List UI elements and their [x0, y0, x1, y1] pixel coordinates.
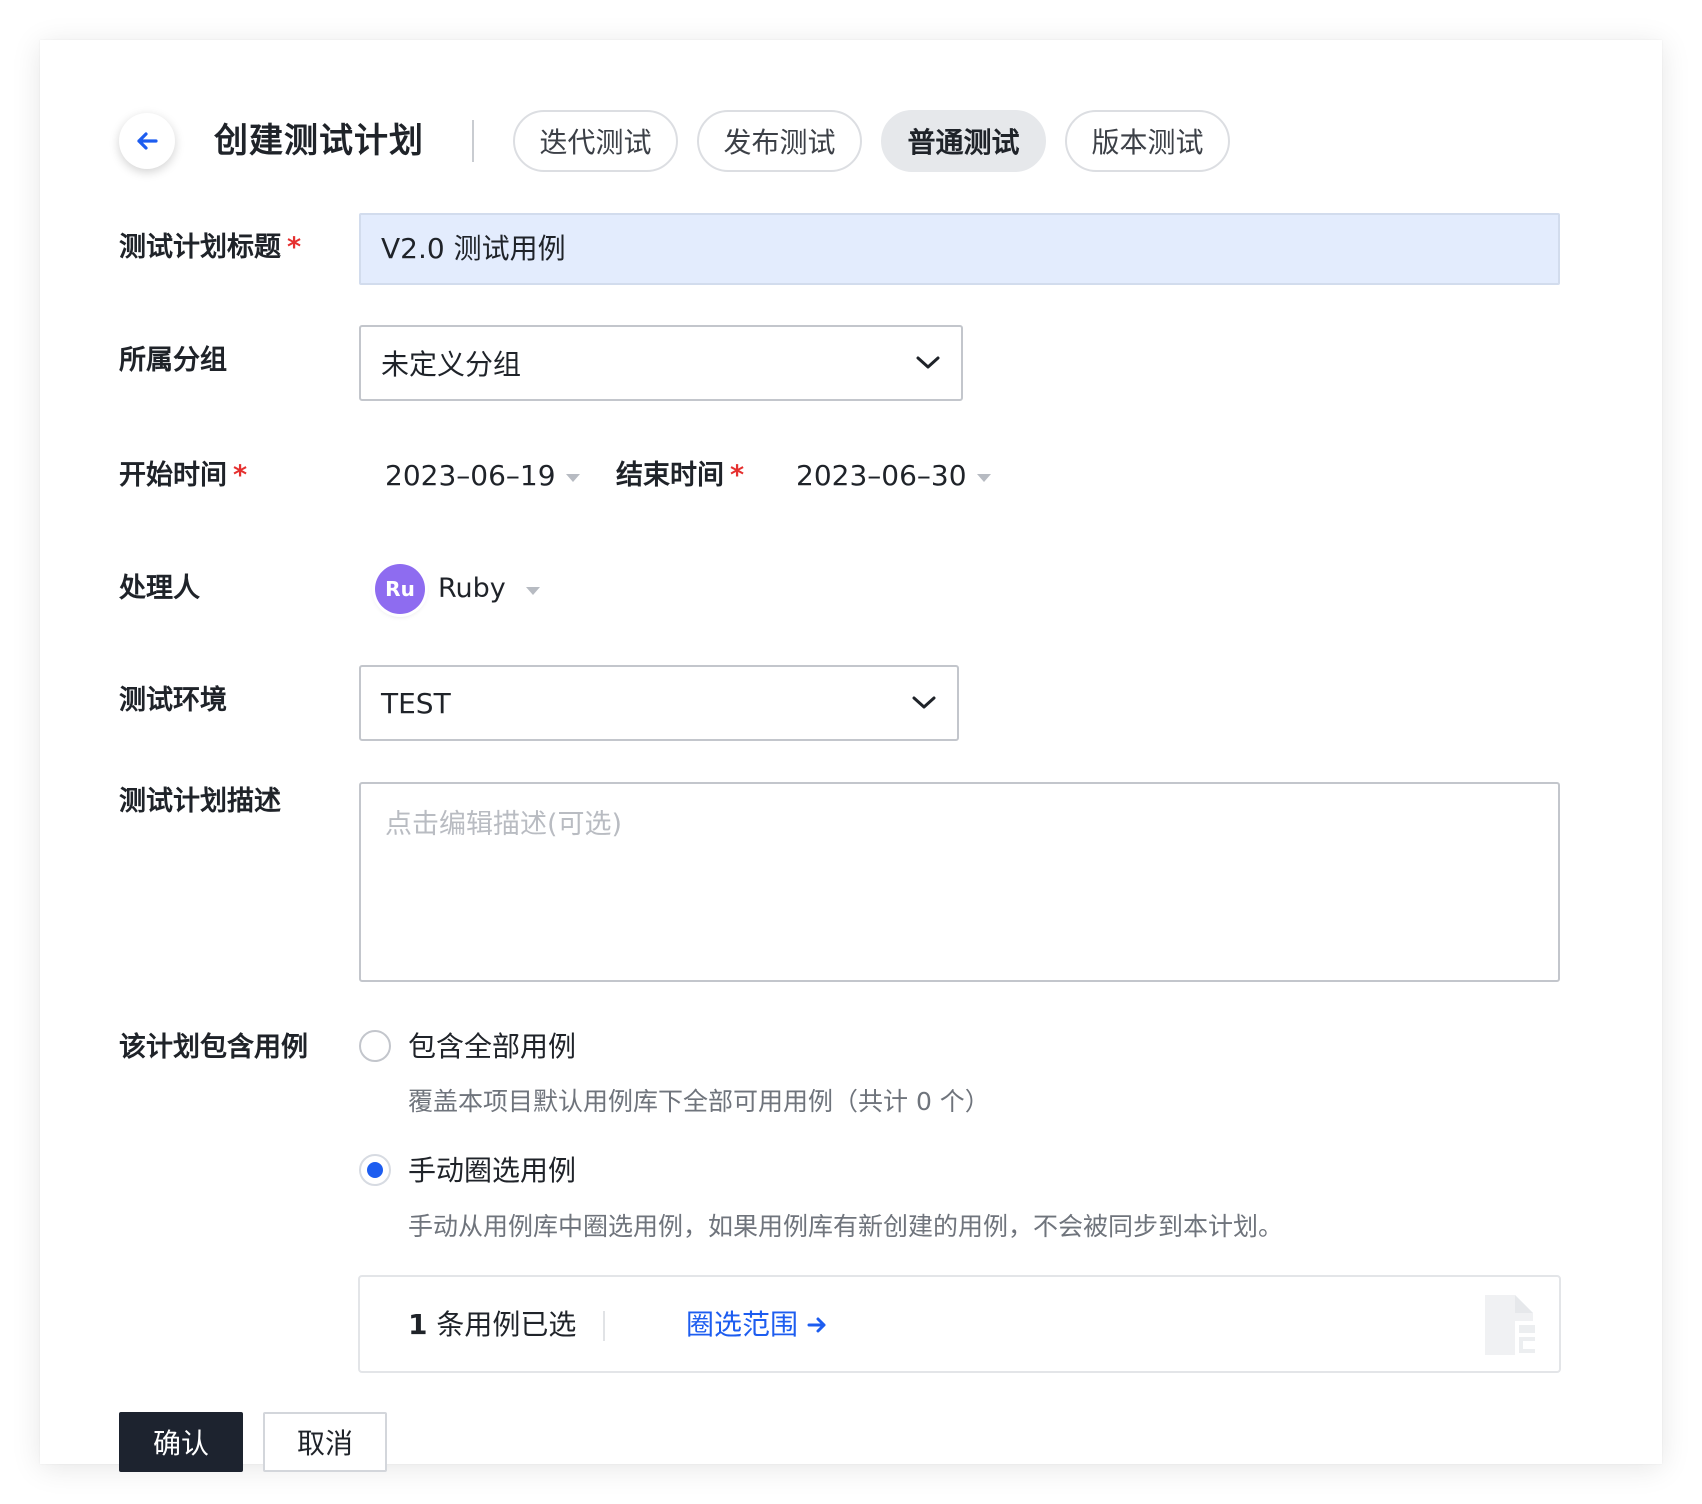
create-test-plan-dialog: 创建测试计划 迭代测试 发布测试 普通测试 版本测试 测试计划标题 * V2.0 …	[40, 40, 1662, 1472]
environment-select[interactable]: TEST	[359, 665, 959, 741]
environment-select-value: TEST	[381, 686, 451, 720]
document-icon	[1485, 1295, 1535, 1355]
cancel-button[interactable]: 取消	[263, 1412, 387, 1472]
arrow-right-icon	[807, 1317, 826, 1333]
description-textarea[interactable]: 点击编辑描述(可选)	[359, 782, 1560, 982]
manual-select-hint: 手动从用例库中圈选用例，如果用例库有新创建的用例，不会被同步到本计划。	[408, 1212, 1284, 1241]
selected-cases-panel: 1 条用例已选 圈选范围	[358, 1275, 1561, 1373]
caret-down-icon	[565, 474, 580, 482]
tab-version-test[interactable]: 版本测试	[1065, 110, 1230, 172]
assignee-name: Ruby	[438, 573, 506, 604]
caret-down-icon	[976, 474, 991, 482]
select-scope-link[interactable]: 圈选范围	[686, 1307, 828, 1343]
radio-manual-select-label[interactable]: 手动圈选用例	[408, 1153, 576, 1189]
required-mark: *	[730, 460, 745, 491]
chevron-down-icon	[916, 356, 940, 369]
page-title: 创建测试计划	[214, 121, 424, 161]
tab-iteration-test[interactable]: 迭代测试	[513, 110, 678, 172]
end-time-label: 结束时间 *	[616, 460, 745, 491]
back-button[interactable]	[119, 113, 175, 169]
tab-release-test[interactable]: 发布测试	[697, 110, 862, 172]
environment-label: 测试环境	[119, 685, 227, 716]
confirm-button[interactable]: 确认	[119, 1412, 243, 1472]
panel-divider	[603, 1311, 605, 1341]
radio-include-all-label[interactable]: 包含全部用例	[408, 1029, 576, 1065]
plan-title-input[interactable]: V2.0 测试用例	[359, 213, 1560, 285]
radio-include-all[interactable]	[359, 1030, 391, 1062]
group-select[interactable]: 未定义分组	[359, 325, 963, 401]
caret-down-icon	[525, 587, 540, 595]
required-mark: *	[233, 460, 248, 491]
description-label: 测试计划描述	[119, 786, 281, 817]
assignee-select[interactable]: Ruby	[438, 571, 540, 607]
cases-label: 该计划包含用例	[119, 1032, 308, 1063]
chevron-down-icon	[912, 696, 936, 709]
start-date-picker[interactable]: 2023–06–19	[385, 458, 580, 494]
required-mark: *	[287, 232, 302, 263]
end-date-picker[interactable]: 2023–06–30	[796, 458, 991, 494]
start-date-value: 2023–06–19	[385, 459, 556, 492]
assignee-label: 处理人	[119, 573, 200, 604]
tab-normal-test[interactable]: 普通测试	[881, 110, 1046, 172]
radio-manual-select[interactable]	[359, 1154, 391, 1186]
header-divider	[472, 120, 474, 162]
selected-cases-count: 1 条用例已选	[408, 1308, 577, 1341]
group-select-value: 未定义分组	[381, 348, 522, 381]
start-time-label: 开始时间 *	[119, 460, 248, 491]
arrow-left-icon	[137, 132, 158, 150]
avatar: Ru	[375, 564, 425, 614]
end-date-value: 2023–06–30	[796, 459, 967, 492]
group-label: 所属分组	[119, 345, 227, 376]
include-all-hint: 覆盖本项目默认用例库下全部可用用例（共计 0 个）	[408, 1087, 990, 1116]
plan-title-label: 测试计划标题 *	[119, 232, 302, 263]
